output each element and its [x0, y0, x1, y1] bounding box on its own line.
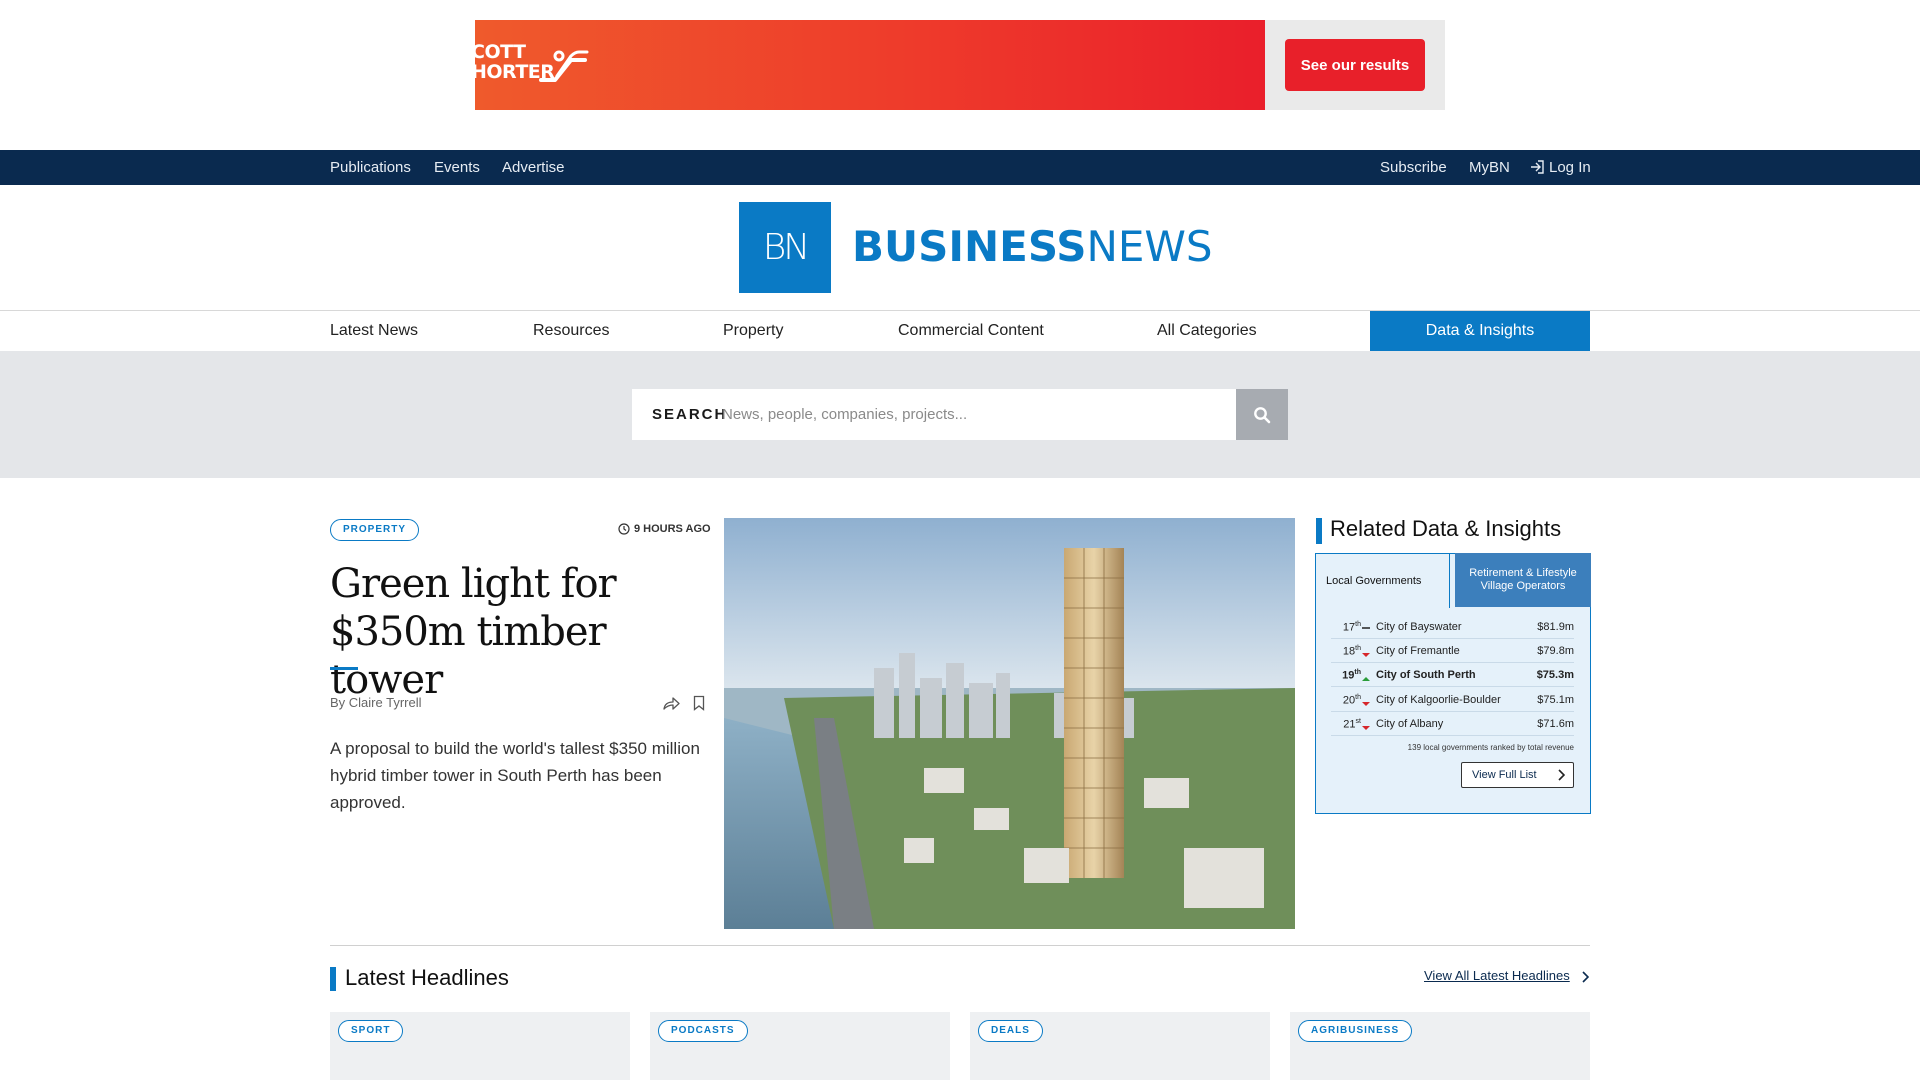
- ranking-name: City of South Perth: [1376, 669, 1476, 681]
- category-badge-podcasts[interactable]: PODCASTS: [658, 1020, 748, 1042]
- nav-all-categories[interactable]: All Categories: [1157, 311, 1257, 351]
- related-title-accent: [1316, 518, 1322, 544]
- category-badge-property[interactable]: PROPERTY: [330, 519, 420, 541]
- top-utility-bar: Publications Events Advertise Subscribe …: [0, 150, 1920, 185]
- article-timestamp: 9 HOURS AGO: [618, 523, 711, 535]
- login-arrow-icon: [1531, 160, 1544, 174]
- nav-commercial-content[interactable]: Commercial Content: [898, 311, 1044, 351]
- site-logo-wordmark[interactable]: BUSINESSNEWS: [852, 222, 1213, 271]
- tab-retirement-operators[interactable]: Retirement & Lifestyle Village Operators: [1455, 553, 1591, 607]
- section-divider: [330, 945, 1590, 946]
- article-byline[interactable]: By Claire Tyrrell: [330, 695, 422, 710]
- advertise-link[interactable]: Advertise: [502, 150, 565, 185]
- headline-card[interactable]: PODCASTS: [650, 1012, 950, 1080]
- ad-image[interactable]: COTT HORTER: [475, 20, 1265, 110]
- advertisement-banner[interactable]: COTT HORTER See our results: [475, 20, 1445, 110]
- logo-word-regular: NEWS: [1086, 222, 1213, 271]
- search-box: SEARCH: [632, 389, 1237, 440]
- escalator-logo-icon: [539, 50, 589, 82]
- related-data-title: Related Data & Insights: [1330, 516, 1562, 541]
- nav-resources[interactable]: Resources: [533, 311, 609, 351]
- site-logo-mark[interactable]: BN: [739, 202, 831, 293]
- chevron-right-icon[interactable]: [1581, 971, 1589, 983]
- timestamp-text: 9 HOURS AGO: [634, 523, 711, 535]
- category-badge-sport[interactable]: SPORT: [338, 1020, 404, 1042]
- mybn-link[interactable]: MyBN: [1469, 150, 1510, 185]
- feature-image-tower[interactable]: [724, 518, 1295, 929]
- ranking-value: $79.8m: [1537, 645, 1574, 657]
- ranking-row[interactable]: 21st City of Albany $71.6m: [1331, 712, 1574, 736]
- ranking-row[interactable]: 18th City of Fremantle $79.8m: [1331, 639, 1574, 663]
- rank-number: 17th: [1342, 621, 1361, 634]
- ranking-value: $75.3m: [1536, 669, 1574, 681]
- search-input[interactable]: [722, 399, 1222, 430]
- trend-up-icon: [1362, 677, 1370, 681]
- events-link[interactable]: Events: [434, 150, 480, 185]
- view-full-list-label: View Full List: [1472, 769, 1537, 781]
- headline-card[interactable]: AGRIBUSINESS: [1290, 1012, 1590, 1080]
- category-badge-agribusiness[interactable]: AGRIBUSINESS: [1298, 1020, 1413, 1042]
- headline-card[interactable]: DEALS: [970, 1012, 1270, 1080]
- ranking-name: City of Fremantle: [1376, 645, 1460, 657]
- logo-word-bold: BUSINESS: [852, 222, 1087, 271]
- headline-accent: [330, 667, 358, 670]
- latest-headlines-title: Latest Headlines: [345, 965, 509, 990]
- nav-property[interactable]: Property: [723, 311, 783, 351]
- nav-data-insights[interactable]: Data & Insights: [1370, 311, 1590, 351]
- rank-number: 19th: [1342, 669, 1361, 682]
- chevron-right-icon: [1558, 769, 1565, 781]
- subscribe-link[interactable]: Subscribe: [1380, 150, 1447, 185]
- ranking-name: City of Albany: [1376, 718, 1444, 730]
- ad-see-results-button[interactable]: See our results: [1285, 39, 1425, 91]
- ranking-row[interactable]: 20th City of Kalgoorlie-Boulder $75.1m: [1331, 688, 1574, 712]
- trend-down-icon: [1362, 702, 1370, 706]
- ranking-value: $71.6m: [1537, 718, 1574, 730]
- logo-mark-text: BN: [762, 227, 810, 268]
- latest-headlines-accent: [330, 967, 336, 991]
- rank-number: 21st: [1343, 718, 1361, 731]
- ranking-value: $75.1m: [1537, 694, 1574, 706]
- ranking-name: City of Bayswater: [1376, 621, 1462, 633]
- ranking-name: City of Kalgoorlie-Boulder: [1376, 694, 1501, 706]
- trend-down-icon: [1362, 653, 1370, 657]
- headline-card[interactable]: SPORT: [330, 1012, 630, 1080]
- view-full-list-button[interactable]: View Full List: [1461, 762, 1574, 788]
- main-navigation: Latest News Resources Property Commercia…: [0, 311, 1920, 351]
- ranking-value: $81.9m: [1537, 621, 1574, 633]
- ranking-row-highlighted[interactable]: 19th City of South Perth $75.3m: [1331, 663, 1574, 687]
- tab-local-governments[interactable]: Local Governments: [1316, 554, 1450, 608]
- clock-icon: [618, 523, 630, 535]
- no-change-icon: [1362, 627, 1370, 629]
- rank-number: 20th: [1342, 694, 1361, 707]
- login-link[interactable]: Log In: [1530, 150, 1591, 185]
- share-icon[interactable]: [662, 695, 680, 711]
- ranking-note: 139 local governments ranked by total re…: [1407, 743, 1574, 752]
- nav-latest-news[interactable]: Latest News: [330, 311, 418, 351]
- search-button[interactable]: [1236, 389, 1288, 440]
- publications-link[interactable]: Publications: [330, 150, 411, 185]
- category-badge-deals[interactable]: DEALS: [978, 1020, 1043, 1042]
- search-icon: [1254, 406, 1271, 423]
- trend-down-icon: [1362, 726, 1370, 730]
- view-all-headlines-link[interactable]: View All Latest Headlines: [1424, 968, 1570, 983]
- rank-number: 18th: [1342, 645, 1361, 658]
- ranking-row[interactable]: 17th City of Bayswater $81.9m: [1331, 615, 1574, 639]
- login-label: Log In: [1549, 159, 1591, 176]
- search-label: SEARCH: [652, 406, 728, 423]
- article-summary: A proposal to build the world's tallest …: [330, 739, 700, 812]
- article-headline[interactable]: Green light for $350m timber tower: [330, 560, 710, 704]
- bookmark-icon[interactable]: [693, 695, 705, 711]
